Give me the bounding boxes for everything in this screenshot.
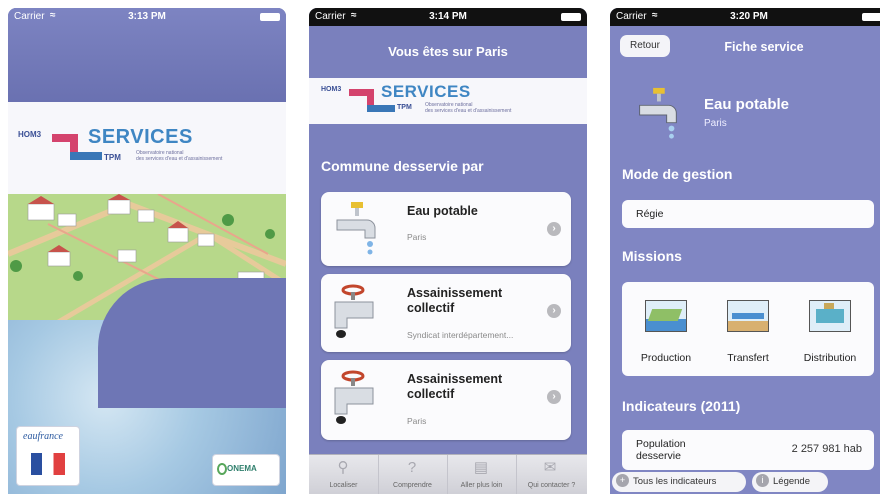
nav-title: Fiche service [724,40,804,54]
service-title: Eau potable [407,204,478,218]
services-logo: HOM3 SERVICES TPM Observatoire national … [321,82,571,120]
logo-band: HOM3 SERVICES TPM Observatoire national … [8,102,286,194]
service-subtitle: Paris [407,232,427,242]
tab-comprendre[interactable]: ? Comprendre [378,455,448,494]
water-band [98,278,286,408]
mail-icon: ✉ [543,459,557,476]
missions-panel: Production Transfert Distribution [622,282,874,376]
logo-grid-bottom: TPM [397,104,412,111]
production-icon [645,300,687,332]
onema-logo-text: ONEMA [227,464,257,473]
service-card-eau-potable[interactable]: Eau potable Paris › [321,192,571,266]
mission-label: Production [640,352,692,364]
status-bar: Carrier ≈ 3:14 PM [309,8,587,26]
onema-badge: ONEMA [212,454,280,486]
splash-screen: Carrier ≈ 3:13 PM HOM3 SERVICES TPM Obse… [8,8,286,494]
battery-icon [260,13,280,21]
section-title: Commune desservie par [321,158,484,174]
mission-label: Transfert [727,352,769,364]
mode-value: Régie [636,208,664,220]
legend-label: Légende [773,476,810,487]
drain-pipe-icon [334,370,374,424]
tab-label: Localiser [329,482,358,489]
service-subtitle: Syndicat interdépartement... [407,330,514,340]
all-indicators-label: Tous les indicateurs [633,476,717,487]
logo-pipe-blue [70,152,102,160]
service-title: Assainissement collectif [407,372,503,401]
missions-title: Missions [622,248,682,264]
document-icon: ▤ [473,459,489,476]
tab-label: Comprendre [393,482,432,489]
logo-wordmark: SERVICES [381,82,471,101]
logo-subtitle-2: des services d'eau et d'assainissement [425,108,512,114]
indicator-value: 2 257 981 hab [791,443,862,455]
question-icon: ? [407,459,417,476]
logo-band: HOM3 SERVICES TPM Observatoire national … [309,78,587,124]
chevron-right-icon: › [547,304,561,318]
transfer-icon [727,300,769,332]
indicator-row[interactable]: Population desservie 2 257 981 hab [622,430,874,470]
service-name: Eau potable [704,96,790,113]
logo-subtitle-2: des services d'eau et d'assainissement [136,156,223,162]
status-bar: Carrier ≈ 3:20 PM [610,8,880,26]
republique-flag-icon [31,453,65,475]
tab-qui-contacter[interactable]: ✉ Qui contacter ? [516,455,587,494]
mode-title: Mode de gestion [622,166,733,182]
commune-screen: Carrier ≈ 3:14 PM Vous êtes sur Paris HO… [309,8,587,494]
indicator-label: Population desservie [636,438,686,462]
tab-localiser[interactable]: ⚲ Localiser [309,455,379,494]
info-icon: i [756,473,769,487]
chevron-right-icon: › [547,390,561,404]
clock: 3:13 PM [128,11,166,22]
drain-pipe-icon [334,284,374,338]
service-title: Assainissement collectif [407,286,503,315]
mission-production[interactable]: Production [626,300,706,364]
service-detail-screen: Carrier ≈ 3:20 PM Retour Fiche service E… [610,8,880,494]
mission-label: Distribution [803,352,857,364]
tab-label: Aller plus loin [460,482,503,489]
chevron-right-icon: › [547,222,561,236]
logo-grid-bottom: TPM [104,153,121,162]
search-icon: ⚲ [337,459,349,476]
distribution-icon [809,300,851,332]
battery-icon [862,13,880,21]
legend-button[interactable]: i Légende [752,472,828,492]
mode-value-row: Régie [622,200,874,228]
clock: 3:20 PM [730,11,768,22]
service-subtitle: Paris [407,416,427,426]
logo-grid-top: HOM3 [18,130,42,139]
eaufrance-logo-text: eaufrance [23,431,63,442]
mission-transfert[interactable]: Transfert [708,300,788,364]
indicators-title: Indicateurs (2011) [622,398,741,414]
services-logo: HOM3 SERVICES TPM Observatoire national … [18,126,268,172]
status-bar: Carrier ≈ 3:13 PM [8,8,286,26]
clock: 3:14 PM [429,11,467,22]
service-city: Paris [704,118,727,129]
logo-pipe-blue [367,105,395,112]
all-indicators-button[interactable]: + Tous les indicateurs [612,472,746,492]
water-tap-icon [639,87,677,139]
tab-aller-plus-loin[interactable]: ▤ Aller plus loin [447,455,517,494]
logo-grid-top: HOM3 [321,86,342,93]
eaufrance-badge: eaufrance [16,426,80,486]
tab-label: Qui contacter ? [527,482,576,489]
onema-swirl-icon [217,463,227,475]
service-card-assainissement-1[interactable]: Assainissement collectif Syndicat interd… [321,274,571,352]
mission-distribution[interactable]: Distribution [790,300,870,364]
battery-icon [561,13,581,21]
logo-wordmark: SERVICES [88,126,193,148]
tab-bar: ⚲ Localiser ? Comprendre ▤ Aller plus lo… [309,454,587,494]
water-tap-icon [336,202,376,255]
plus-icon: + [616,473,629,487]
service-card-assainissement-2[interactable]: Assainissement collectif Paris › [321,360,571,440]
nav-title: Vous êtes sur Paris [388,44,508,59]
